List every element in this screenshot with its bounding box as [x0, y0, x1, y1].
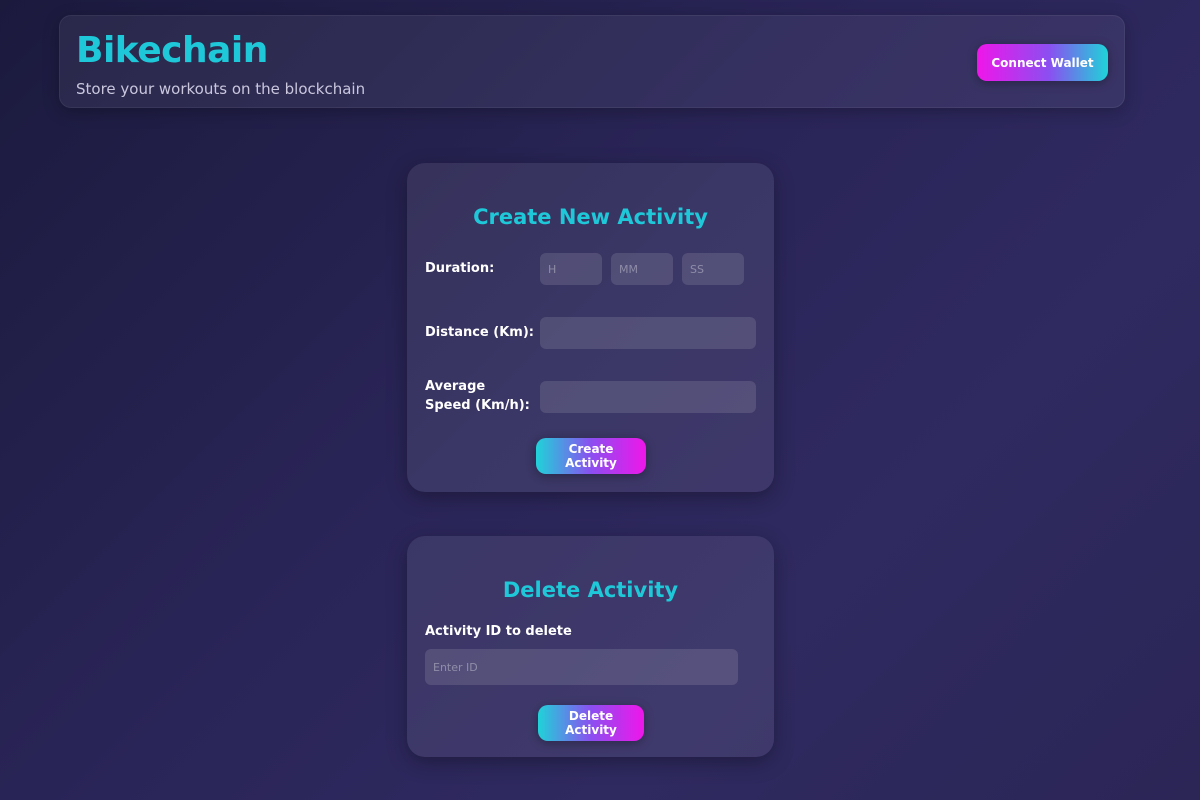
- duration-label: Duration:: [425, 261, 495, 276]
- connect-wallet-button[interactable]: Connect Wallet: [977, 44, 1108, 81]
- duration-hours-input[interactable]: [540, 253, 602, 285]
- activity-id-input[interactable]: [425, 649, 738, 685]
- duration-seconds-input[interactable]: [682, 253, 744, 285]
- duration-minutes-input[interactable]: [611, 253, 673, 285]
- activity-id-label: Activity ID to delete: [425, 624, 572, 639]
- delete-activity-card: Delete Activity Activity ID to delete De…: [407, 536, 774, 757]
- app-subtitle: Store your workouts on the blockchain: [76, 80, 366, 98]
- average-speed-label: Average Speed (Km/h):: [425, 379, 530, 413]
- average-speed-input[interactable]: [540, 381, 756, 413]
- create-activity-button[interactable]: Create Activity: [536, 438, 646, 474]
- app-header: Bikechain Store your workouts on the blo…: [59, 15, 1125, 108]
- create-activity-title: Create New Activity: [473, 205, 708, 229]
- delete-activity-title: Delete Activity: [502, 578, 679, 602]
- delete-activity-button[interactable]: Delete Activity: [538, 705, 644, 741]
- create-activity-card: Create New Activity Duration: Distance (…: [407, 163, 774, 492]
- app-title: Bikechain: [76, 30, 268, 71]
- distance-input[interactable]: [540, 317, 756, 349]
- distance-label: Distance (Km):: [425, 325, 534, 340]
